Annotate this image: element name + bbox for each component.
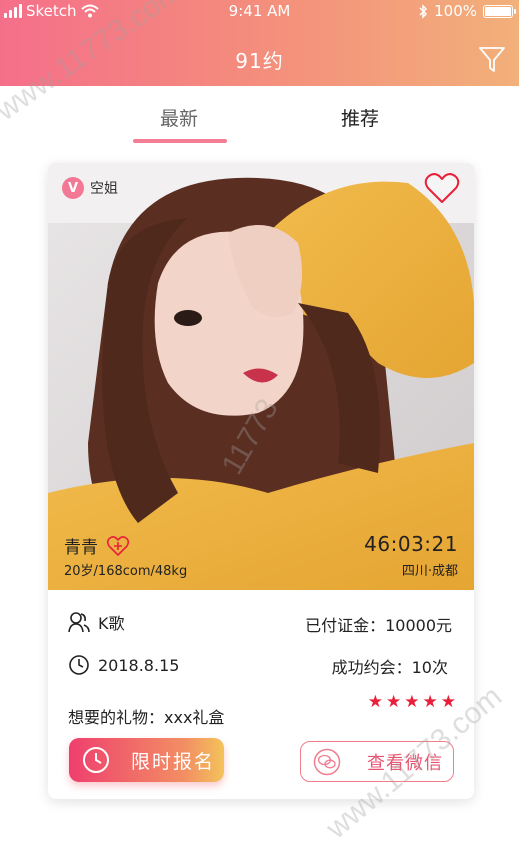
user-icon [68,612,90,633]
status-bar: Sketch 9:41 AM 100% [0,0,519,22]
rating-stars: ★ ★ ★ ★ ★ [368,694,456,711]
date-row: 2018.8.15 [68,654,179,676]
filter-icon[interactable] [477,44,507,74]
profession-label: 空姐 [90,181,118,197]
interest-label: K歌 [98,614,125,633]
bluetooth-icon [419,3,428,19]
countdown-timer: 46:03:21 [364,532,458,556]
battery-fill [485,6,511,16]
star-icon: ★ [440,692,456,712]
profile-photo-image [48,163,474,590]
status-right: 100% [418,2,516,20]
star-icon: ★ [367,692,383,712]
interest-row: K歌 [68,610,125,634]
profile-info: K歌 已付证金：10000元 2018.8.15 成功约会：10次 想要的礼物：… [48,590,474,799]
profile-name: 青青 [64,538,98,558]
name-row: 青青 [64,533,130,558]
tab-latest[interactable]: 最新 [160,104,198,131]
wechat-icon [313,748,341,775]
wechat-label: 查看微信 [367,752,443,774]
profession-badge: V 空姐 [62,177,118,199]
successful-dates-label: 成功约会：10次 [331,658,448,677]
signup-label: 限时报名 [131,750,216,773]
v-badge-icon: V [62,177,84,199]
profile-card[interactable]: V 空姐 青青 20岁/168com/48kg 46:03:21 四川·成都 K… [48,163,474,799]
heart-plus-icon[interactable] [106,535,130,557]
star-icon: ★ [422,692,438,712]
location-label: 四川·成都 [401,564,458,579]
profile-photo[interactable]: V 空姐 青青 20岁/168com/48kg 46:03:21 四川·成都 [48,163,474,590]
signup-button[interactable]: 限时报名 [69,738,224,782]
star-icon: ★ [386,692,402,712]
clock-icon [69,655,89,675]
tab-bar: 最新 推荐 [0,86,519,146]
star-icon: ★ [404,692,420,712]
view-wechat-button[interactable]: 查看微信 [300,741,454,782]
page-title: 91约 [235,49,284,73]
battery-percent: 100% [434,2,477,20]
active-tab-indicator [133,139,227,143]
battery-icon [483,4,516,18]
profile-stats: 20岁/168com/48kg [64,564,188,579]
app-header: Sketch 9:41 AM 100% 91约 [0,0,519,86]
heart-icon[interactable] [424,171,460,205]
gift-label: 想要的礼物：xxx礼盒 [68,708,225,727]
date-label: 2018.8.15 [98,655,180,675]
deposit-label: 已付证金：10000元 [305,616,452,635]
tab-recommend[interactable]: 推荐 [341,104,379,131]
clock-icon [83,747,109,773]
